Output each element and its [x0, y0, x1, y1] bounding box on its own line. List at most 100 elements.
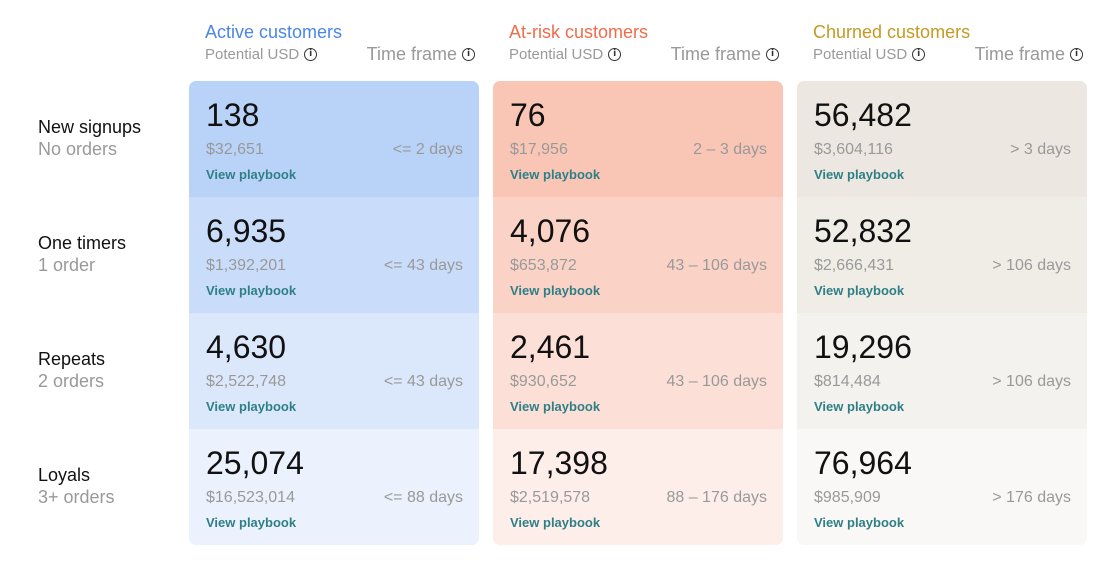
customer-count: 4,076 — [510, 213, 591, 249]
time-frame-header: Time frame i — [671, 44, 779, 65]
time-frame-value: > 176 days — [992, 489, 1071, 506]
time-frame-value: <= 43 days — [383, 373, 463, 390]
view-playbook-link[interactable]: View playbook — [510, 399, 600, 414]
row-label-subtitle: 2 orders — [38, 371, 105, 391]
potential-usd-value: $32,651 — [206, 141, 264, 158]
segment-cell[interactable]: 6,935 $1,392,201 <= 43 days View playboo… — [189, 197, 479, 313]
view-playbook-link[interactable]: View playbook — [206, 167, 296, 182]
potential-usd-value: $653,872 — [510, 257, 577, 274]
potential-usd-value: $17,956 — [510, 141, 568, 158]
segment-cell[interactable]: 25,074 $16,523,014 <= 88 days View playb… — [189, 429, 479, 545]
view-playbook-link[interactable]: View playbook — [814, 283, 904, 298]
time-frame-value: <= 43 days — [383, 257, 463, 274]
potential-usd-header: Potential USD i — [813, 46, 926, 63]
potential-usd-header: Potential USD i — [509, 46, 622, 63]
time-frame-label: Time frame — [974, 44, 1065, 64]
time-frame-value: 43 – 106 days — [666, 257, 767, 274]
info-icon[interactable]: i — [462, 48, 475, 61]
view-playbook-link[interactable]: View playbook — [206, 515, 296, 530]
segment-cell[interactable]: 56,482 $3,604,116 > 3 days View playbook — [797, 81, 1087, 197]
column-header-active: Active customers Potential USD i Time fr… — [189, 20, 479, 65]
potential-usd-value: $930,652 — [510, 373, 577, 390]
segment-cell[interactable]: 2,461 $930,652 43 – 106 days View playbo… — [493, 313, 783, 429]
column-subheader: Potential USD i Time frame i — [493, 44, 783, 65]
column-header-churned: Churned customers Potential USD i Time f… — [797, 20, 1087, 65]
info-icon[interactable]: i — [766, 48, 779, 61]
time-frame-label: Time frame — [366, 44, 457, 64]
customer-count: 52,832 — [814, 213, 912, 249]
view-playbook-link[interactable]: View playbook — [510, 283, 600, 298]
row-label-title: One timers — [38, 233, 127, 253]
at-risk-customers-column: 76 $17,956 2 – 3 days View playbook 4,07… — [493, 81, 783, 545]
time-frame-value: 43 – 106 days — [666, 373, 767, 390]
customer-count: 56,482 — [814, 97, 912, 133]
potential-usd-value: $2,522,748 — [206, 373, 287, 390]
potential-usd-value: $2,519,578 — [510, 489, 591, 506]
row-label-title: Repeats — [38, 349, 106, 369]
row-label-new-signups: New signups No orders — [38, 116, 141, 160]
column-subheader: Potential USD i Time frame i — [797, 44, 1087, 65]
time-frame-value: 2 – 3 days — [693, 141, 767, 158]
time-frame-value: > 106 days — [992, 257, 1071, 274]
active-customers-column: 138 $32,651 <= 2 days View playbook 6,93… — [189, 81, 479, 545]
potential-usd-label: Potential USD — [205, 46, 300, 63]
info-icon[interactable]: i — [608, 48, 622, 61]
potential-usd-value: $2,666,431 — [814, 257, 895, 274]
customer-count: 76,964 — [814, 445, 912, 481]
time-frame-value: > 3 days — [1010, 141, 1071, 158]
potential-usd-value: $3,604,116 — [814, 141, 893, 158]
info-icon[interactable]: i — [304, 48, 318, 61]
row-label-one-timers: One timers 1 order — [38, 232, 126, 276]
time-frame-value: <= 88 days — [383, 489, 463, 506]
view-playbook-link[interactable]: View playbook — [814, 515, 904, 530]
time-frame-label: Time frame — [670, 44, 761, 64]
column-subheader: Potential USD i Time frame i — [189, 44, 479, 65]
row-label-title: Loyals — [38, 465, 91, 485]
segment-cell[interactable]: 17,398 $2,519,578 88 – 176 days View pla… — [493, 429, 783, 545]
segment-cell[interactable]: 52,832 $2,666,431 > 106 days View playbo… — [797, 197, 1087, 313]
row-label-subtitle: 1 order — [38, 255, 96, 275]
customer-count: 17,398 — [510, 445, 608, 481]
info-icon[interactable]: i — [912, 48, 926, 61]
time-frame-value: 88 – 176 days — [666, 489, 767, 506]
row-label-subtitle: No orders — [38, 139, 118, 159]
row-label-title: New signups — [38, 117, 142, 137]
potential-usd-value: $16,523,014 — [206, 489, 295, 506]
column-title: Churned customers — [813, 22, 971, 42]
segment-cell[interactable]: 4,076 $653,872 43 – 106 days View playbo… — [493, 197, 783, 313]
column-title: At-risk customers — [509, 22, 649, 42]
customer-count: 76 — [510, 97, 546, 133]
view-playbook-link[interactable]: View playbook — [814, 399, 904, 414]
row-label-loyals: Loyals 3+ orders — [38, 464, 115, 508]
customer-count: 6,935 — [206, 213, 287, 249]
time-frame-value: <= 2 days — [392, 141, 463, 158]
customer-count: 4,630 — [206, 329, 287, 365]
customer-count: 19,296 — [814, 329, 912, 365]
segment-cell[interactable]: 138 $32,651 <= 2 days View playbook — [189, 81, 479, 197]
potential-usd-label: Potential USD — [509, 46, 604, 63]
column-header-at-risk: At-risk customers Potential USD i Time f… — [493, 20, 783, 65]
view-playbook-link[interactable]: View playbook — [206, 283, 296, 298]
churned-customers-column: 56,482 $3,604,116 > 3 days View playbook… — [797, 81, 1087, 545]
time-frame-value: > 106 days — [992, 373, 1071, 390]
customer-count: 138 — [206, 97, 260, 133]
row-label-subtitle: 3+ orders — [38, 487, 115, 507]
potential-usd-label: Potential USD — [813, 46, 908, 63]
time-frame-header: Time frame i — [367, 44, 475, 65]
customer-count: 2,461 — [510, 329, 591, 365]
view-playbook-link[interactable]: View playbook — [814, 167, 904, 182]
view-playbook-link[interactable]: View playbook — [206, 399, 296, 414]
segment-cell[interactable]: 19,296 $814,484 > 106 days View playbook — [797, 313, 1087, 429]
segment-cell[interactable]: 4,630 $2,522,748 <= 43 days View playboo… — [189, 313, 479, 429]
view-playbook-link[interactable]: View playbook — [510, 515, 600, 530]
info-icon[interactable]: i — [1070, 48, 1083, 61]
column-title: Active customers — [205, 22, 343, 42]
potential-usd-value: $814,484 — [814, 373, 881, 390]
potential-usd-value: $1,392,201 — [206, 257, 287, 274]
segment-cell[interactable]: 76,964 $985,909 > 176 days View playbook — [797, 429, 1087, 545]
row-label-repeats: Repeats 2 orders — [38, 348, 105, 392]
view-playbook-link[interactable]: View playbook — [510, 167, 600, 182]
time-frame-header: Time frame i — [975, 44, 1083, 65]
segment-cell[interactable]: 76 $17,956 2 – 3 days View playbook — [493, 81, 783, 197]
potential-usd-value: $985,909 — [814, 489, 881, 506]
